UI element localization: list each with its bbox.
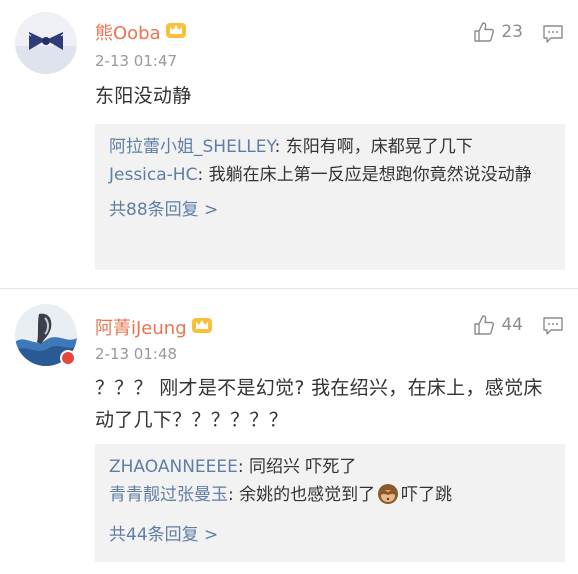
reply-text: 我躺在床上第一反应是想跑你竟然说没动静 [208, 165, 532, 185]
like-count: 44 [501, 315, 523, 335]
like-button[interactable]: 23 [473, 21, 523, 43]
timestamp: 2-13 01:47 [95, 52, 178, 70]
username[interactable]: 阿菁iJeung [95, 314, 213, 340]
timestamp: 2-13 01:48 [95, 345, 178, 363]
verified-badge-icon [60, 350, 76, 366]
comment-text: 东阳没动静 [95, 85, 192, 107]
reply-author[interactable]: 青青靓过张曼玉 [109, 485, 228, 505]
reply-item: ZHAOANNEEEE: 同绍兴 吓死了 [109, 457, 357, 477]
more-replies-link[interactable]: 共44条回复 > [109, 521, 551, 549]
reply-author[interactable]: 阿拉蕾小姐_SHELLEY [109, 137, 275, 157]
username-text[interactable]: 熊Ooba [95, 19, 161, 45]
reply-author[interactable]: Jessica-HC [109, 165, 197, 185]
reply-item: 阿拉蕾小姐_SHELLEY: 东阳有啊，床都晃了几下 [109, 137, 473, 157]
reply-text: 东阳有啊，床都晃了几下 [285, 137, 473, 157]
comment-icon[interactable] [542, 316, 564, 340]
like-count: 23 [501, 22, 523, 42]
reply-list: 阿拉蕾小姐_SHELLEY: 东阳有啊，床都晃了几下 Jessica-HC: 我… [95, 124, 565, 270]
reply-text: 同绍兴 吓死了 [249, 457, 357, 477]
username[interactable]: 熊Ooba [95, 19, 187, 45]
like-button[interactable]: 44 [473, 314, 523, 336]
reply-text: 余姚的也感觉到了 [239, 485, 376, 505]
comment-item: 熊Ooba 2-13 01:47 23 东阳没动静 阿拉蕾小姐_SHELLEY:… [0, 0, 578, 289]
crown-icon [191, 315, 213, 340]
reply-list: ZHAOANNEEEE: 同绍兴 吓死了 青青靓过张曼玉: 余姚的也感觉到了 吓… [95, 444, 565, 562]
more-replies-link[interactable]: 共88条回复 > [109, 196, 551, 224]
comment-item: 阿菁iJeung 2-13 01:48 44 ？？？ 刚才是不是幻觉? 我在绍兴… [0, 289, 578, 574]
reply-item: Jessica-HC: 我躺在床上第一反应是想跑你竟然说没动静 [109, 165, 532, 185]
comment-text: ？？？ 刚才是不是幻觉? 我在绍兴，在床上，感觉床动了几下？？？？？？ [95, 377, 543, 431]
thumbs-up-icon [474, 315, 495, 335]
see-no-evil-monkey-icon [377, 483, 399, 514]
avatar[interactable] [15, 12, 77, 74]
reply-author[interactable]: ZHAOANNEEEE [109, 457, 238, 477]
comment-icon[interactable] [542, 24, 564, 48]
thumbs-up-icon [474, 22, 495, 42]
crown-icon [165, 20, 187, 45]
username-text[interactable]: 阿菁iJeung [95, 314, 187, 340]
reply-item: 青青靓过张曼玉: 余姚的也感觉到了 吓了跳 [109, 481, 551, 514]
